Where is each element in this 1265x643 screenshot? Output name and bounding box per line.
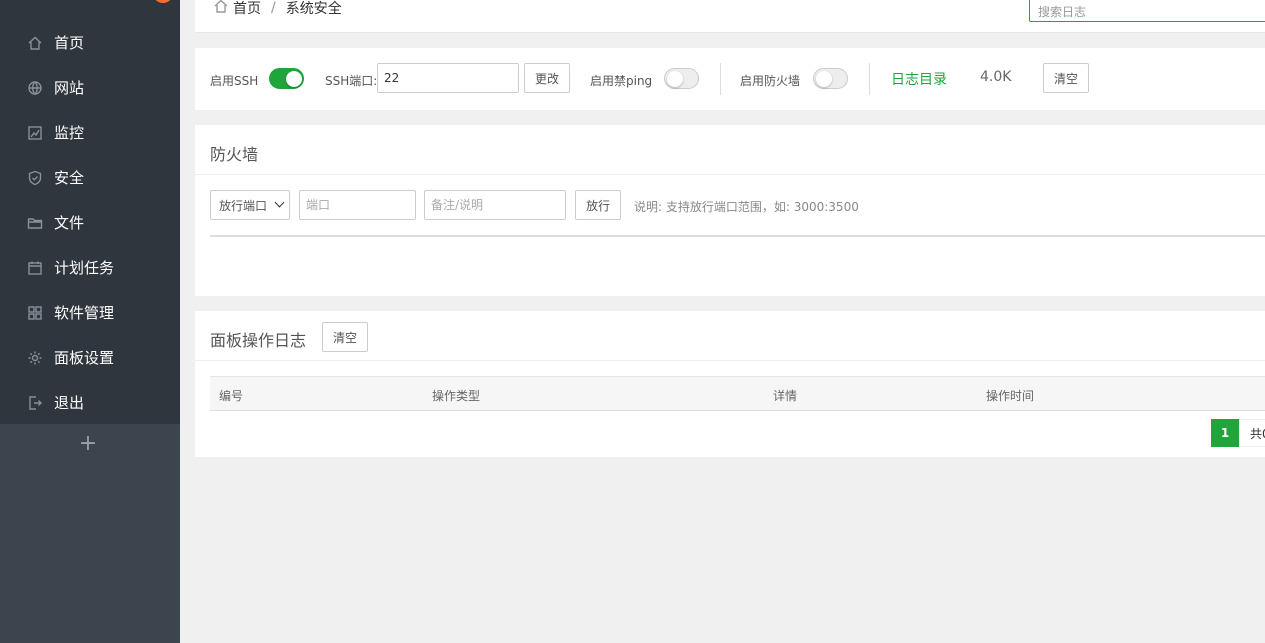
ssh-port-input[interactable] xyxy=(377,63,519,93)
sidebar-item-home[interactable]: 首页 xyxy=(0,20,180,65)
home-icon xyxy=(26,34,44,52)
breadcrumb-home[interactable]: 首页 xyxy=(233,0,261,18)
top-bar: 首页 / 系统安全 xyxy=(195,0,1265,33)
breadcrumb-separator: / xyxy=(271,0,276,16)
allow-port-button[interactable]: 放行 xyxy=(575,190,621,220)
firewall-panel: 防火墙 放行端口 放行 说明: 支持放行端口范围，如: 3000:3500 xyxy=(195,125,1265,296)
log-title: 面板操作日志 xyxy=(210,331,307,350)
divider xyxy=(195,360,1265,361)
breadcrumb: 首页 / 系统安全 xyxy=(213,0,342,18)
column-detail: 详情 xyxy=(773,389,798,403)
ping-label: 启用禁ping xyxy=(590,74,653,88)
firewall-toggle[interactable] xyxy=(813,68,848,89)
toggle-knob xyxy=(816,71,832,87)
sidebar-item-website[interactable]: 网站 xyxy=(0,65,180,110)
divider xyxy=(720,63,721,95)
sidebar-item-settings[interactable]: 面板设置 xyxy=(0,335,180,380)
search-log-input[interactable] xyxy=(1029,0,1265,22)
sidebar-item-label: 退出 xyxy=(54,394,85,412)
clear-log-button[interactable]: 清空 xyxy=(322,322,368,352)
sidebar-item-label: 安全 xyxy=(54,169,85,187)
gear-icon xyxy=(26,349,44,367)
firewall-label: 启用防火墙 xyxy=(740,74,801,88)
calendar-icon xyxy=(26,259,44,277)
toggle-knob xyxy=(286,71,302,87)
sidebar-item-logout[interactable]: 退出 xyxy=(0,380,180,425)
ssh-port-label: SSH端口: xyxy=(325,74,378,88)
sidebar-item-label: 文件 xyxy=(54,214,85,232)
add-shortcut-button[interactable]: + xyxy=(78,432,98,456)
rule-type-select[interactable]: 放行端口 xyxy=(210,190,290,220)
sidebar-item-label: 软件管理 xyxy=(54,304,115,322)
sidebar-item-software[interactable]: 软件管理 xyxy=(0,290,180,335)
operation-log-panel: 面板操作日志 清空 编号 操作类型 详情 操作时间 1 共0 xyxy=(195,311,1265,457)
log-size: 4.0K xyxy=(980,69,1012,85)
toggle-knob xyxy=(667,71,683,87)
sidebar-item-label: 计划任务 xyxy=(54,259,115,277)
sidebar-item-label: 监控 xyxy=(54,124,85,142)
select-value: 放行端口 xyxy=(219,198,268,213)
table-divider xyxy=(210,235,1265,237)
pagination-current-page[interactable]: 1 xyxy=(1211,419,1239,447)
chevron-down-icon xyxy=(274,197,285,208)
sidebar-item-label: 面板设置 xyxy=(54,349,115,367)
globe-icon xyxy=(26,79,44,97)
enable-ssh-label: 启用SSH xyxy=(210,74,259,88)
port-input[interactable] xyxy=(299,190,416,220)
sidebar-menu: 首页 网站 监控 安全 文件 计划任务 软件管理 面板设置 退出 xyxy=(0,0,180,424)
breadcrumb-current: 系统安全 xyxy=(285,1,342,17)
home-icon xyxy=(213,0,233,18)
divider xyxy=(195,174,1265,175)
sidebar-item-security[interactable]: 安全 xyxy=(0,155,180,200)
ping-toggle[interactable] xyxy=(664,68,699,89)
notification-badge[interactable] xyxy=(153,0,173,3)
sidebar-item-monitor[interactable]: 监控 xyxy=(0,110,180,155)
log-dir-link[interactable]: 日志目录 xyxy=(891,69,947,89)
ssh-settings-panel: 启用SSH SSH端口: 更改 启用禁ping 启用防火墙 日志目录 4.0K … xyxy=(195,48,1265,110)
sidebar: 首页 网站 监控 安全 文件 计划任务 软件管理 面板设置 退出 + xyxy=(0,0,180,643)
column-id: 编号 xyxy=(219,389,244,403)
grid-icon xyxy=(26,304,44,322)
pagination-total: 共0 xyxy=(1239,419,1265,447)
log-table-header: 编号 操作类型 详情 操作时间 xyxy=(210,376,1265,411)
shield-icon xyxy=(26,169,44,187)
ssh-toggle[interactable] xyxy=(269,68,304,89)
sidebar-item-label: 首页 xyxy=(54,34,85,52)
sidebar-item-files[interactable]: 文件 xyxy=(0,200,180,245)
sidebar-item-cron[interactable]: 计划任务 xyxy=(0,245,180,290)
column-time: 操作时间 xyxy=(986,389,1035,403)
range-note: 说明: 支持放行端口范围，如: 3000:3500 xyxy=(634,200,859,214)
clear-logs-button[interactable]: 清空 xyxy=(1043,63,1089,93)
sidebar-item-label: 网站 xyxy=(54,79,85,97)
folder-icon xyxy=(26,214,44,232)
remark-input[interactable] xyxy=(424,190,566,220)
monitor-icon xyxy=(26,124,44,142)
change-port-button[interactable]: 更改 xyxy=(524,63,570,93)
firewall-title: 防火墙 xyxy=(210,145,259,164)
divider xyxy=(869,63,870,95)
logout-icon xyxy=(26,394,44,412)
column-type: 操作类型 xyxy=(432,389,481,403)
